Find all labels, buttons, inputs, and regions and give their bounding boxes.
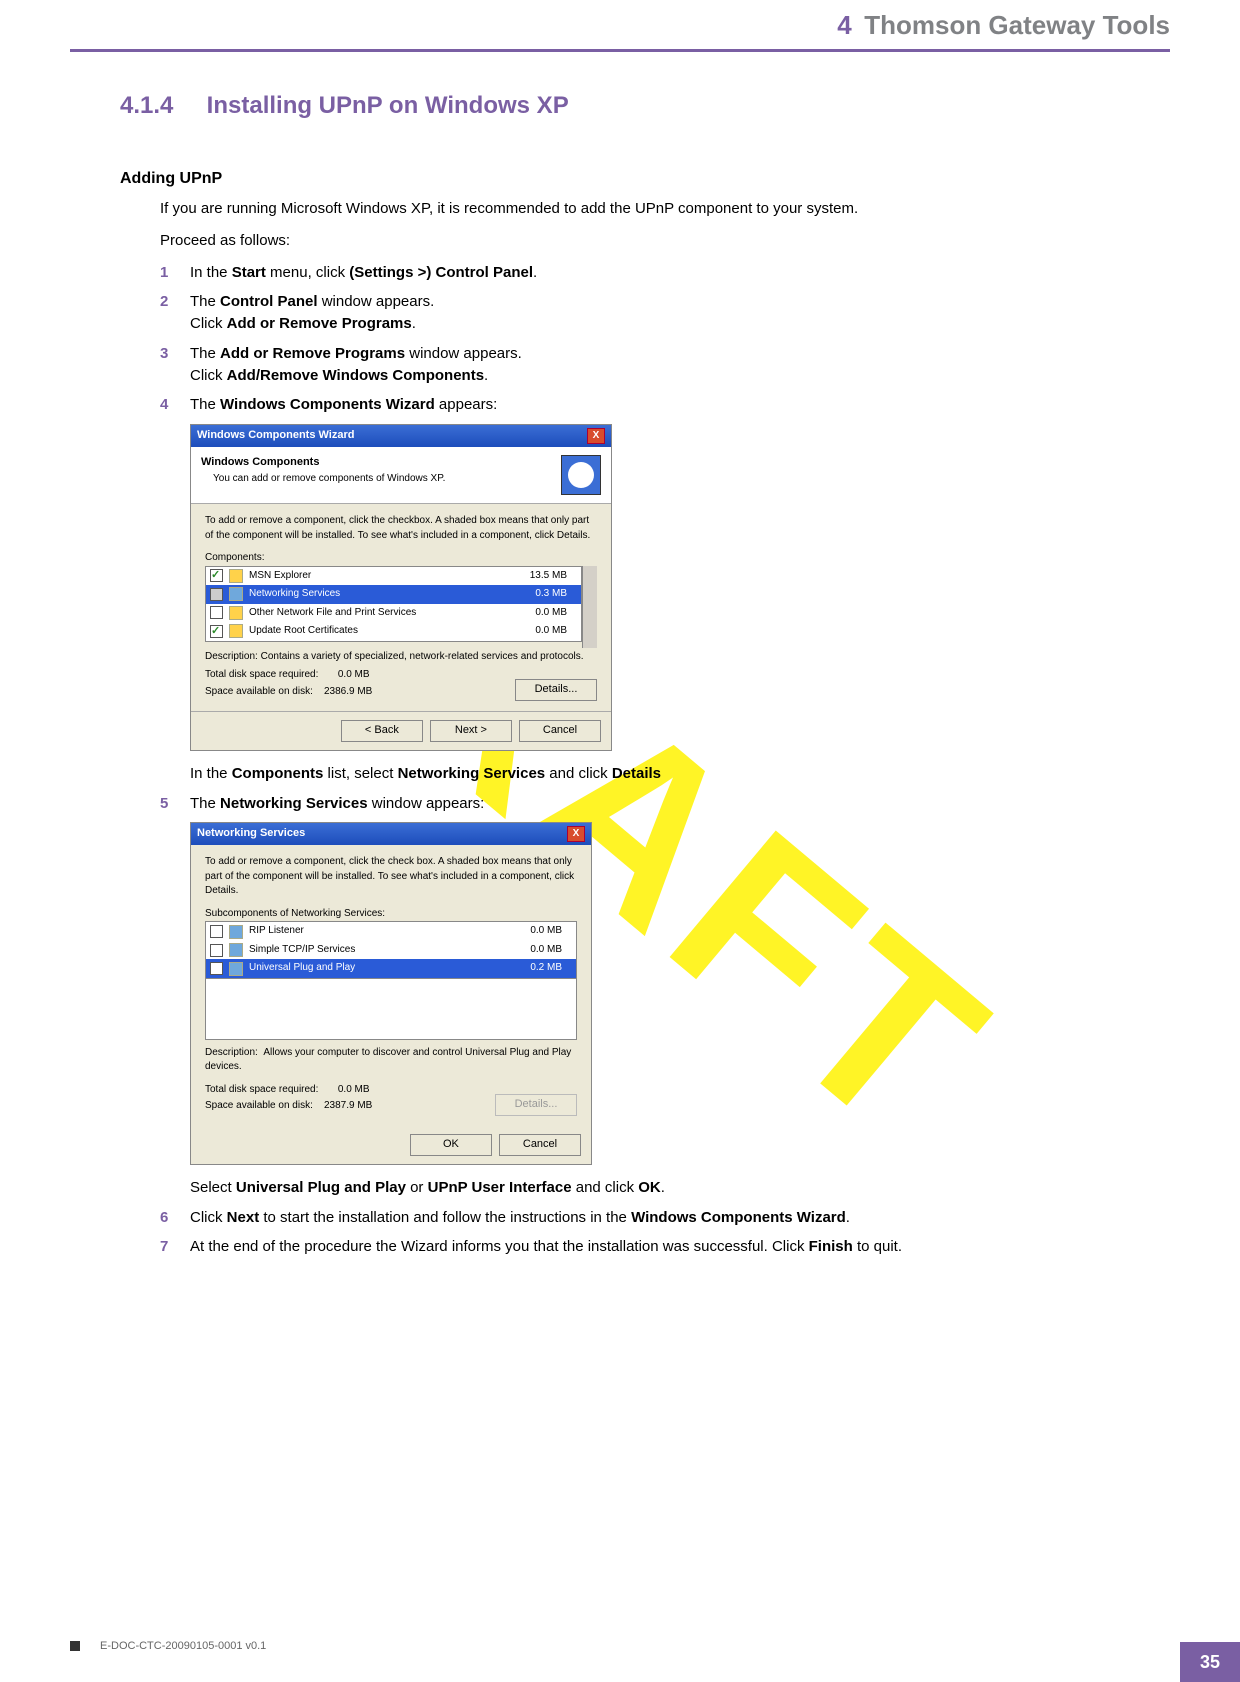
networking-dialog: Networking Services X To add or remove a… bbox=[190, 822, 592, 1164]
details-button[interactable]: Details... bbox=[515, 679, 597, 701]
step-4: 4 The Windows Components Wizard appears:… bbox=[160, 394, 1090, 784]
cancel-button[interactable]: Cancel bbox=[519, 720, 601, 742]
components-list[interactable]: MSN Explorer13.5 MB Networking Services0… bbox=[205, 566, 582, 642]
wizard-header-icon bbox=[561, 455, 601, 495]
chapter-title: Thomson Gateway Tools bbox=[864, 10, 1170, 40]
service-icon bbox=[229, 943, 243, 957]
step-num: 7 bbox=[160, 1236, 168, 1258]
subcomponents-list[interactable]: RIP Listener0.0 MB Simple TCP/IP Service… bbox=[205, 921, 577, 979]
step-num: 1 bbox=[160, 262, 168, 284]
intro-p1: If you are running Microsoft Windows XP,… bbox=[160, 198, 1090, 220]
wizard-dialog: Windows Components Wizard X Windows Comp… bbox=[190, 424, 612, 751]
step-2: 2 The Control Panel window appears. Clic… bbox=[160, 291, 1090, 335]
cancel-button[interactable]: Cancel bbox=[499, 1134, 581, 1156]
step-5: 5 The Networking Services window appears… bbox=[160, 793, 1090, 1199]
wizard-desc: To add or remove a component, click the … bbox=[205, 514, 597, 543]
scrollbar[interactable] bbox=[582, 566, 597, 648]
checkbox-icon[interactable] bbox=[210, 944, 223, 957]
dialog-desc: To add or remove a component, click the … bbox=[205, 855, 577, 899]
components-label: Components: bbox=[205, 551, 597, 566]
step-1: 1 In the Start menu, click (Settings >) … bbox=[160, 262, 1090, 284]
step-num: 5 bbox=[160, 793, 168, 815]
dialog-title: Windows Components Wizard bbox=[197, 428, 354, 444]
details-button: Details... bbox=[495, 1094, 577, 1116]
folder-icon bbox=[229, 569, 243, 583]
wizard-head-title: Windows Components bbox=[201, 456, 319, 468]
step-num: 2 bbox=[160, 291, 168, 313]
back-button[interactable]: < Back bbox=[341, 720, 423, 742]
titlebar: Networking Services X bbox=[191, 823, 591, 845]
step-3: 3 The Add or Remove Programs window appe… bbox=[160, 343, 1090, 387]
section-heading: 4.1.4 Installing UPnP on Windows XP bbox=[120, 92, 1170, 120]
page-footer: E-DOC-CTC-20090105-0001 v0.1 bbox=[70, 1640, 1240, 1652]
folder-icon bbox=[229, 587, 243, 601]
service-icon bbox=[229, 962, 243, 976]
checkbox-icon[interactable] bbox=[210, 925, 223, 938]
checkbox-icon[interactable] bbox=[210, 606, 223, 619]
section-title-text: Installing UPnP on Windows XP bbox=[207, 92, 569, 119]
checkbox-icon[interactable] bbox=[210, 588, 223, 601]
footer-doc-id: E-DOC-CTC-20090105-0001 v0.1 bbox=[100, 1640, 266, 1652]
checkbox-icon[interactable] bbox=[210, 625, 223, 638]
wizard-head-sub: You can add or remove components of Wind… bbox=[201, 472, 445, 487]
intro-p2: Proceed as follows: bbox=[160, 230, 1090, 252]
folder-icon bbox=[229, 606, 243, 620]
close-icon[interactable]: X bbox=[587, 428, 605, 444]
subcomponents-label: Subcomponents of Networking Services: bbox=[205, 907, 577, 922]
step-num: 6 bbox=[160, 1207, 168, 1229]
step-num: 3 bbox=[160, 343, 168, 365]
close-icon[interactable]: X bbox=[567, 826, 585, 842]
checkbox-icon[interactable] bbox=[210, 569, 223, 582]
footer-mark-icon bbox=[70, 1641, 80, 1651]
checkbox-icon[interactable] bbox=[210, 962, 223, 975]
ok-button[interactable]: OK bbox=[410, 1134, 492, 1156]
service-icon bbox=[229, 925, 243, 939]
step-6: 6 Click Next to start the installation a… bbox=[160, 1207, 1090, 1229]
titlebar: Windows Components Wizard X bbox=[191, 425, 611, 447]
folder-icon bbox=[229, 624, 243, 638]
page-header: 4 Thomson Gateway Tools bbox=[70, 0, 1170, 52]
dialog-title: Networking Services bbox=[197, 826, 305, 842]
subheading: Adding UPnP bbox=[120, 170, 1170, 188]
next-button[interactable]: Next > bbox=[430, 720, 512, 742]
section-number: 4.1.4 bbox=[120, 92, 200, 120]
step-num: 4 bbox=[160, 394, 168, 416]
chapter-number: 4 bbox=[837, 10, 851, 40]
page-number: 35 bbox=[1180, 1642, 1240, 1682]
step-7: 7 At the end of the procedure the Wizard… bbox=[160, 1236, 1090, 1258]
